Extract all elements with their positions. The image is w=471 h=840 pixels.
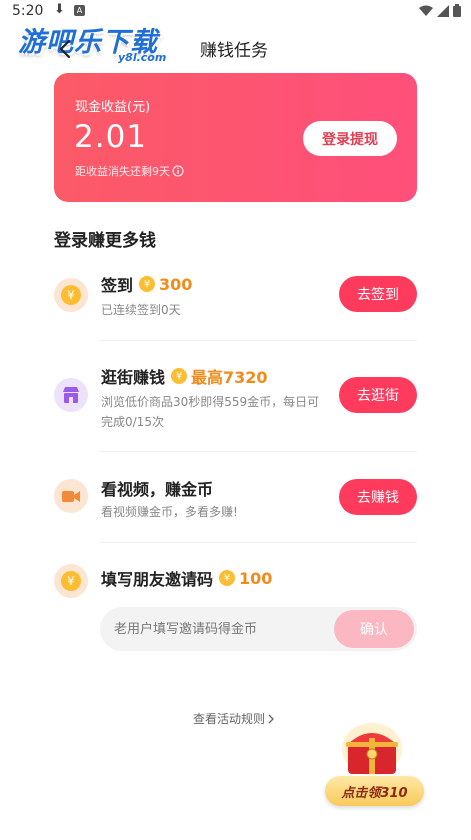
status-icons xyxy=(419,4,461,17)
task-shopping: 逛街赚钱 ¥ 最高7320 浏览低价商品30秒即得559金币，每日可完成0/15… xyxy=(54,362,417,434)
page-title: 赚钱任务 xyxy=(200,41,268,61)
coin-icon: ¥ xyxy=(219,570,236,586)
earnings-value: 2.01 xyxy=(74,119,148,155)
task-name: 填写朋友邀请码 xyxy=(101,570,214,589)
earnings-expiry-note: 距收益消失还剩9天 xyxy=(75,163,184,179)
task-name: 逛街赚钱 xyxy=(101,368,166,387)
invite-code-field: 确认 xyxy=(100,607,417,651)
earnings-expiry-text: 距收益消失还剩9天 xyxy=(75,165,170,178)
video-icon xyxy=(54,479,88,513)
task-checkin: ¥ 签到 ¥ 300 已连续签到0天 去签到 xyxy=(54,270,417,330)
divider xyxy=(100,340,417,341)
watermark-logo: 游吧乐下载 y8l.com xyxy=(18,20,188,66)
yen-coin-icon: ¥ xyxy=(54,564,88,598)
invite-code-input[interactable] xyxy=(114,617,324,641)
treasure-chest-widget[interactable]: 点击领310 xyxy=(322,720,426,810)
watch-video-button[interactable]: 去赚钱 xyxy=(339,479,417,515)
login-withdraw-button[interactable]: 登录提现 xyxy=(303,121,397,156)
claim-reward-button: 点击领310 xyxy=(325,776,424,806)
task-description: 看视频赚金币，多看多赚! xyxy=(101,505,238,519)
coin-icon: ¥ xyxy=(139,276,156,292)
task-reward: 300 xyxy=(159,274,193,294)
activity-rules-link[interactable]: 查看活动规则 xyxy=(193,710,275,727)
watermark-domain: y8l.com xyxy=(118,51,167,64)
app-notification-icon: A xyxy=(74,5,85,16)
task-title-row: 填写朋友邀请码 ¥ 100 xyxy=(101,566,272,590)
treasure-chest-icon xyxy=(342,723,402,775)
earnings-card: 现金收益(元) 2.01 距收益消失还剩9天 登录提现 xyxy=(54,73,417,202)
divider xyxy=(100,451,417,452)
task-description: 浏览低价商品30秒即得559金币，每日可完成0/15次 xyxy=(101,395,320,429)
download-icon: ⬇ xyxy=(54,2,65,17)
task-reward: 100 xyxy=(239,568,273,588)
divider xyxy=(100,542,417,543)
task-title-row: 看视频，赚金币 xyxy=(101,476,213,500)
battery-icon xyxy=(453,4,461,17)
activity-rules-label: 查看活动规则 xyxy=(193,712,266,726)
task-name: 看视频，赚金币 xyxy=(101,480,214,499)
back-arrow-icon[interactable] xyxy=(56,38,76,60)
task-video: 看视频，赚金币 看视频赚金币，多看多赚! 去赚钱 xyxy=(54,474,417,534)
yen-coin-icon: ¥ xyxy=(54,278,88,312)
section-title: 登录赚更多钱 xyxy=(54,231,156,251)
chevron-right-icon xyxy=(268,714,274,723)
info-icon[interactable] xyxy=(172,165,184,177)
signal-icon xyxy=(437,4,449,17)
confirm-button[interactable]: 确认 xyxy=(334,610,414,648)
status-time: 5:20 xyxy=(12,3,44,19)
shop-icon xyxy=(54,378,88,412)
wifi-icon xyxy=(419,5,433,16)
earnings-label: 现金收益(元) xyxy=(75,100,151,115)
task-invite-code: ¥ 填写朋友邀请码 ¥ 100 xyxy=(54,564,417,600)
task-title-row: 签到 ¥ 300 xyxy=(101,272,192,296)
checkin-button[interactable]: 去签到 xyxy=(339,276,417,312)
shopping-button[interactable]: 去逛街 xyxy=(339,377,417,413)
task-description: 已连续签到0天 xyxy=(101,303,181,317)
task-title-row: 逛街赚钱 ¥ 最高7320 xyxy=(101,364,268,388)
coin-icon: ¥ xyxy=(171,368,188,384)
task-reward: 最高7320 xyxy=(191,368,268,387)
task-name: 签到 xyxy=(101,276,134,295)
